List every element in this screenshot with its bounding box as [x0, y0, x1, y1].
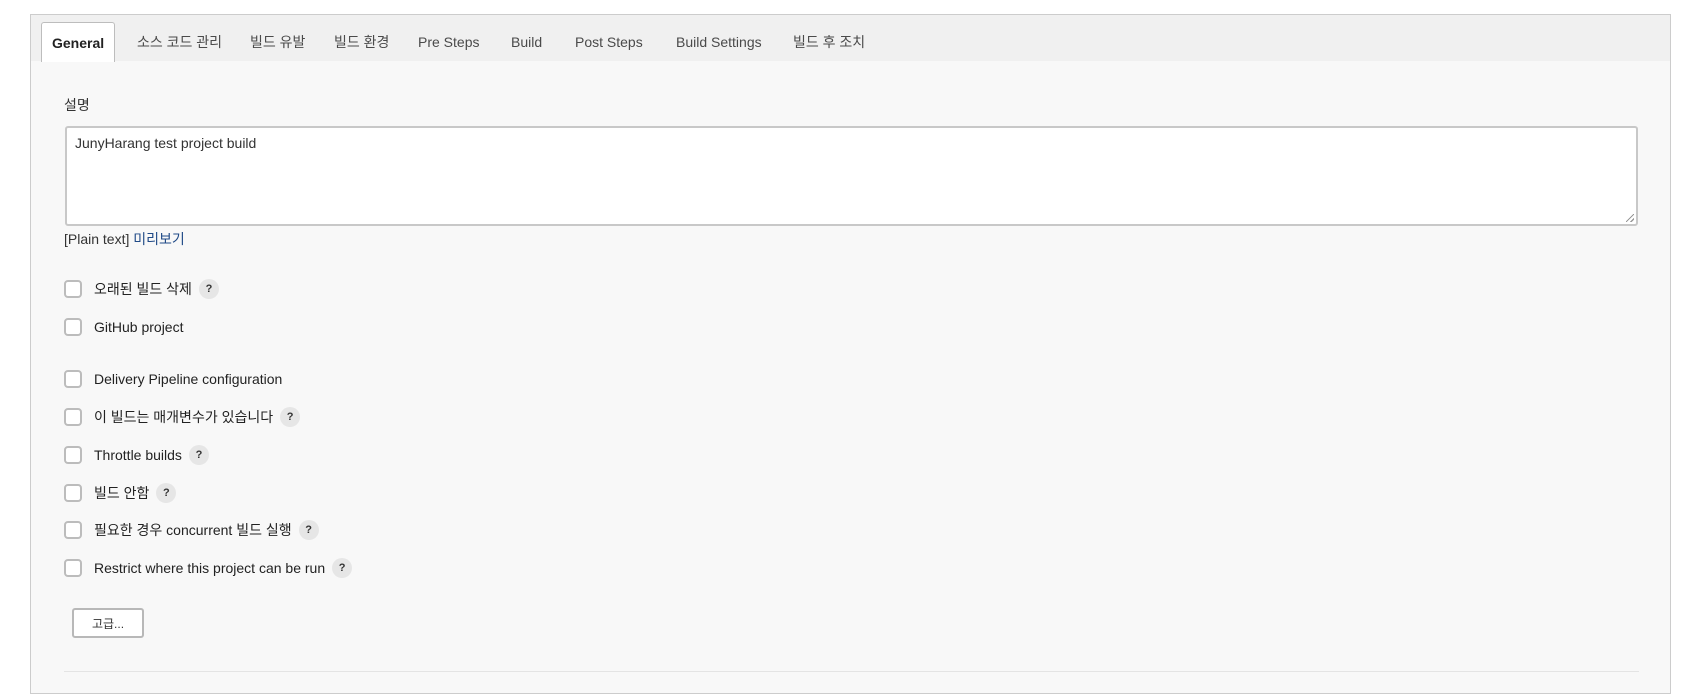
tab-source-code-management[interactable]: 소스 코드 관리 — [137, 23, 222, 60]
option-throttle-builds: Throttle builds ? — [64, 443, 209, 467]
tab-build-settings[interactable]: Build Settings — [676, 23, 762, 60]
option-delivery-pipeline: Delivery Pipeline configuration — [64, 367, 282, 391]
parameterized-checkbox[interactable] — [64, 408, 82, 426]
concurrent-builds-checkbox[interactable] — [64, 521, 82, 539]
help-icon[interactable]: ? — [188, 445, 209, 465]
github-project-label[interactable]: GitHub project — [94, 319, 183, 335]
resize-grip-icon[interactable] — [1626, 214, 1634, 222]
option-restrict-node: Restrict where this project can be run ? — [64, 556, 353, 580]
delivery-pipeline-label[interactable]: Delivery Pipeline configuration — [94, 371, 282, 387]
description-format-line: [Plain text] 미리보기 — [64, 229, 185, 249]
discard-old-builds-checkbox[interactable] — [64, 280, 82, 298]
restrict-node-checkbox[interactable] — [64, 559, 82, 577]
tab-build[interactable]: Build — [511, 23, 542, 60]
config-tab-bar: General 소스 코드 관리 빌드 유발 빌드 환경 Pre Steps B… — [31, 15, 1670, 62]
description-label: 설명 — [64, 97, 90, 113]
tab-general[interactable]: General — [41, 22, 116, 62]
restrict-node-label[interactable]: Restrict where this project can be run — [94, 560, 325, 576]
option-parameterized: 이 빌드는 매개변수가 있습니다 ? — [64, 405, 301, 429]
job-config-panel: General 소스 코드 관리 빌드 유발 빌드 환경 Pre Steps B… — [30, 14, 1671, 694]
tab-build-environment[interactable]: 빌드 환경 — [334, 23, 389, 60]
parameterized-label[interactable]: 이 빌드는 매개변수가 있습니다 — [94, 407, 273, 427]
help-icon[interactable]: ? — [280, 407, 301, 427]
help-icon[interactable]: ? — [298, 520, 319, 540]
concurrent-builds-label[interactable]: 필요한 경우 concurrent 빌드 실행 — [94, 520, 292, 540]
tab-post-steps[interactable]: Post Steps — [575, 23, 643, 60]
tab-pre-steps[interactable]: Pre Steps — [418, 23, 479, 60]
description-textarea[interactable]: JunyHarang test project build — [65, 126, 1638, 226]
advanced-button[interactable]: 고급... — [72, 608, 144, 638]
help-icon[interactable]: ? — [156, 483, 177, 503]
preview-link[interactable]: 미리보기 — [133, 231, 185, 247]
delivery-pipeline-checkbox[interactable] — [64, 370, 82, 388]
help-icon[interactable]: ? — [198, 279, 219, 299]
option-concurrent-builds: 필요한 경우 concurrent 빌드 실행 ? — [64, 518, 319, 542]
option-disable-build: 빌드 안함 ? — [64, 481, 177, 505]
discard-old-builds-label[interactable]: 오래된 빌드 삭제 — [94, 279, 192, 299]
tab-post-build-actions[interactable]: 빌드 후 조치 — [793, 23, 865, 60]
throttle-builds-label[interactable]: Throttle builds — [94, 447, 182, 463]
tab-build-triggers[interactable]: 빌드 유발 — [250, 23, 305, 60]
disable-build-checkbox[interactable] — [64, 484, 82, 502]
option-github-project: GitHub project — [64, 315, 183, 339]
section-divider — [64, 671, 1639, 672]
throttle-builds-checkbox[interactable] — [64, 446, 82, 464]
github-project-checkbox[interactable] — [64, 318, 82, 336]
disable-build-label[interactable]: 빌드 안함 — [94, 483, 149, 503]
description-text: JunyHarang test project build — [75, 135, 257, 151]
option-discard-old-builds: 오래된 빌드 삭제 ? — [64, 277, 219, 301]
help-icon[interactable]: ? — [332, 558, 353, 578]
format-text: [Plain text] — [64, 231, 130, 247]
